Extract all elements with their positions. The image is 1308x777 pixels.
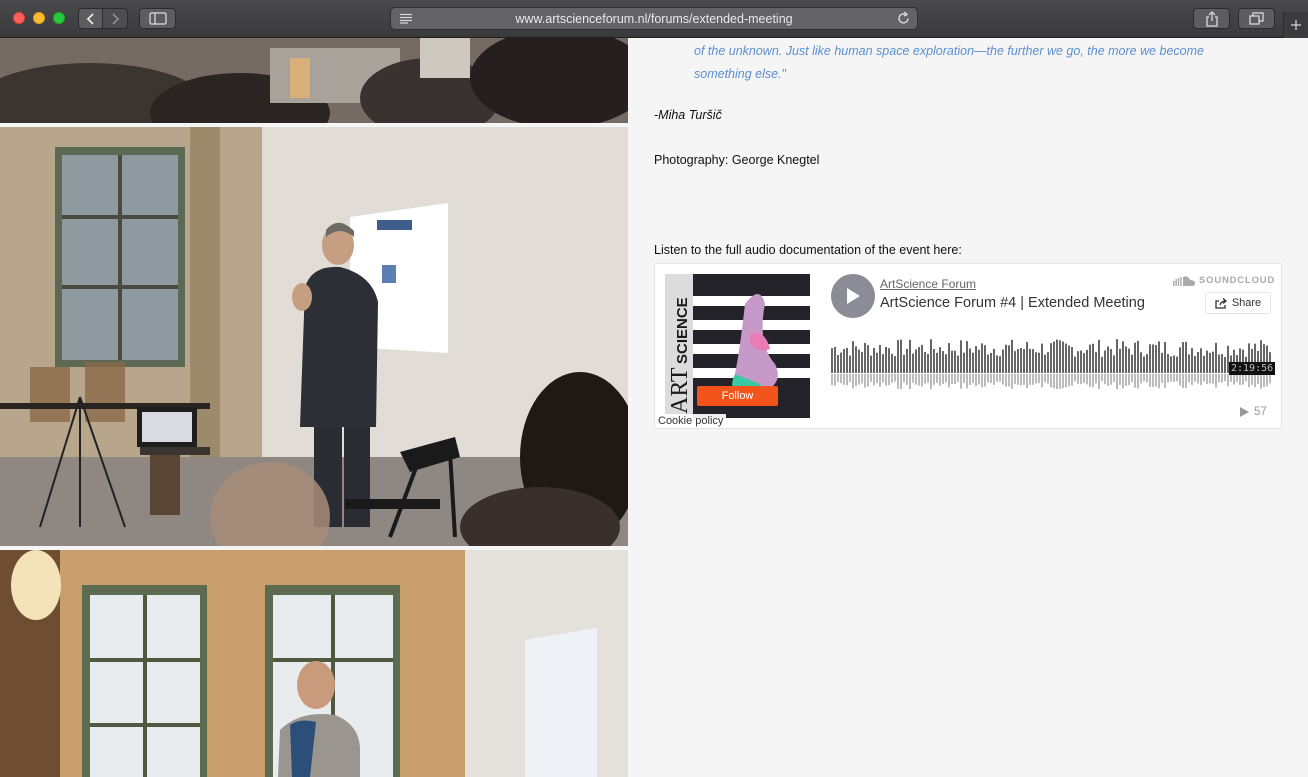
share-track-button[interactable]: Share [1205, 292, 1271, 314]
reader-view-icon[interactable] [399, 13, 413, 24]
svg-text:SCIENCE: SCIENCE [674, 297, 691, 364]
tabs-overview-icon [1249, 12, 1264, 25]
show-tabs-button[interactable] [1238, 8, 1275, 29]
play-count-value: 57 [1254, 406, 1267, 418]
url-text[interactable]: www.artscienceforum.nl/forums/extended-m… [515, 12, 792, 26]
window-close-button[interactable] [13, 12, 25, 24]
soundcloud-brand-text: SOUNDCLOUD [1199, 275, 1276, 286]
browser-toolbar: www.artscienceforum.nl/forums/extended-m… [0, 0, 1308, 38]
event-photo [0, 550, 628, 777]
play-count: 57 [1240, 406, 1267, 418]
cookie-policy-link[interactable]: Cookie policy [655, 414, 727, 428]
window-zoom-button[interactable] [53, 12, 65, 24]
share-icon [1205, 10, 1218, 27]
event-photo [0, 38, 628, 123]
plus-icon [1291, 20, 1301, 30]
follow-button[interactable]: Follow [697, 386, 778, 406]
new-tab-button[interactable] [1283, 12, 1308, 38]
svg-text:ART: ART [667, 367, 693, 414]
track-title[interactable]: ArtScience Forum #4 | Extended Meeting [880, 295, 1145, 311]
photo-credit: Photography: George Knegtel [654, 153, 820, 167]
track-artist-link[interactable]: ArtScience Forum [880, 277, 976, 291]
quote-text: of the unknown. Just like human space ex… [694, 44, 1205, 81]
share-button[interactable] [1193, 8, 1230, 29]
chevron-right-icon [112, 12, 120, 25]
waveform[interactable] [831, 337, 1271, 391]
track-duration: 2:19:56 [1229, 362, 1276, 375]
reload-icon[interactable] [896, 11, 911, 26]
share-icon [1215, 297, 1227, 309]
soundcloud-player: ART SCIENCE Follow Cookie policy ArtScie… [654, 263, 1282, 429]
play-button[interactable] [831, 274, 875, 318]
play-icon [847, 288, 860, 304]
page-content: of the unknown. Just like human space ex… [0, 38, 1308, 777]
play-count-icon [1240, 407, 1249, 417]
share-label: Share [1231, 297, 1262, 309]
event-photo [0, 127, 628, 546]
audio-intro-text: Listen to the full audio documentation o… [654, 243, 962, 257]
chevron-left-icon [86, 12, 94, 25]
photo-gallery [0, 38, 628, 777]
sidebar-toggle-button[interactable] [139, 8, 176, 29]
soundcloud-logo[interactable]: SOUNDCLOUD [1173, 275, 1275, 286]
back-button[interactable] [78, 8, 103, 29]
sidebar-icon [148, 12, 167, 25]
window-minimize-button[interactable] [33, 12, 45, 24]
forward-button[interactable] [103, 8, 128, 29]
track-artwork[interactable]: ART SCIENCE Follow [665, 274, 810, 418]
quote-author: -Miha Turšič [654, 108, 722, 122]
soundcloud-cloud-icon [1173, 275, 1195, 286]
address-bar[interactable]: www.artscienceforum.nl/forums/extended-m… [390, 7, 918, 30]
